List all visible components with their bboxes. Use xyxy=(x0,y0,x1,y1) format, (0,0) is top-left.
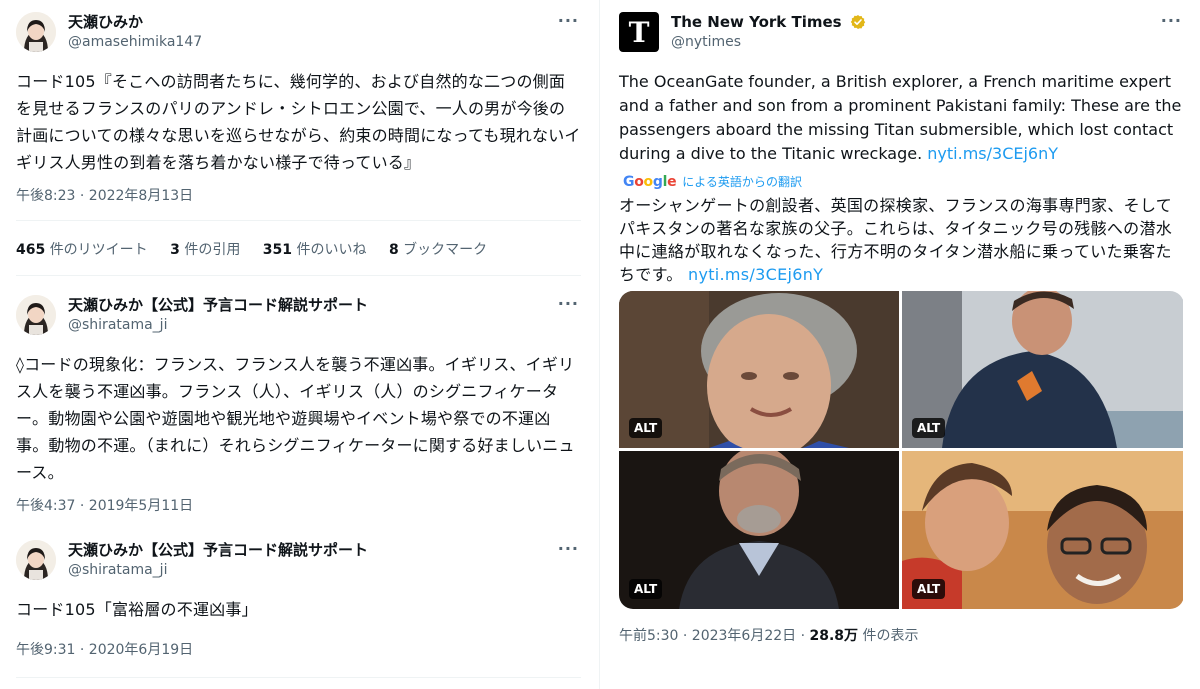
tweet-2[interactable]: 天瀬ひみか【公式】予言コード解説サポート @shiratama_ji ··· ◊… xyxy=(16,295,581,525)
tweet-text: コード105『そこへの訪問者たちに、幾何学的、および自然的な二つの側面を見せるフ… xyxy=(16,72,581,172)
tweet-text: The OceanGate founder, a British explore… xyxy=(619,72,1182,163)
alt-badge[interactable]: ALT xyxy=(629,418,663,438)
handle[interactable]: @amasehimika147 xyxy=(68,32,541,52)
more-icon[interactable]: ··· xyxy=(558,296,579,312)
divider xyxy=(16,275,581,276)
tweet-1[interactable]: 天瀬ひみか @amasehimika147 ··· コード105『そこへの訪問者… xyxy=(16,12,581,282)
nyt-avatar[interactable]: T xyxy=(619,12,659,52)
google-logo: Google xyxy=(623,174,677,190)
tweet-timestamp[interactable]: 午後9:31 · 2020年6月19日 xyxy=(16,640,193,660)
alt-badge[interactable]: ALT xyxy=(629,579,663,599)
avatar[interactable] xyxy=(16,295,56,335)
translation-label: による英語からの翻訳 xyxy=(682,175,802,189)
more-icon[interactable]: ··· xyxy=(558,541,579,557)
photo-4[interactable]: ALT xyxy=(902,451,1183,609)
tweet-text-block: The OceanGate founder, a British explore… xyxy=(619,70,1184,166)
handle[interactable]: @shiratama_ji xyxy=(68,560,541,580)
translation-attribution[interactable]: Google による英語からの翻訳 xyxy=(623,174,802,190)
photo-3[interactable]: ALT xyxy=(619,451,899,609)
avatar[interactable] xyxy=(16,12,56,52)
media-grid: ALT ALT ALT ALT xyxy=(619,291,1184,609)
tweet-timestamp[interactable]: 午後4:37 · 2019年5月11日 xyxy=(16,496,193,516)
display-name-row: The New York Times xyxy=(671,12,1144,32)
more-icon[interactable]: ··· xyxy=(1161,13,1182,29)
handle[interactable]: @nytimes xyxy=(671,32,1144,52)
tweet-nyt[interactable]: T The New York Times @nytimes ··· The Oc… xyxy=(619,12,1184,682)
bookmark-count[interactable]: 8 ブックマーク xyxy=(389,242,487,258)
quote-count[interactable]: 3 件の引用 xyxy=(170,242,240,258)
divider xyxy=(16,220,581,221)
engagement-stats: 465 件のリツイート 3 件の引用 351 件のいいね 8 ブックマーク xyxy=(16,240,505,260)
views-label: 件の表示 xyxy=(862,628,919,644)
display-name[interactable]: The New York Times xyxy=(671,13,842,31)
verified-icon[interactable] xyxy=(850,14,866,30)
translated-link[interactable]: nyti.ms/3CEj6nY xyxy=(688,265,823,284)
tweet-3[interactable]: 天瀬ひみか【公式】予言コード解説サポート @shiratama_ji ··· コ… xyxy=(16,540,581,689)
tweet-timestamp[interactable]: 午前5:30 · 2023年6月22日 · xyxy=(619,628,810,644)
display-name[interactable]: 天瀬ひみか【公式】予言コード解説サポート xyxy=(68,295,541,315)
tweet-link[interactable]: nyti.ms/3CEj6nY xyxy=(927,144,1058,163)
column-divider xyxy=(599,0,600,689)
views-count: 28.8万 xyxy=(809,628,859,644)
tweet-meta: 午前5:30 · 2023年6月22日 · 28.8万 件の表示 xyxy=(619,626,919,646)
more-icon[interactable]: ··· xyxy=(558,13,579,29)
avatar[interactable] xyxy=(16,540,56,580)
photo-1[interactable]: ALT xyxy=(619,291,899,448)
handle[interactable]: @shiratama_ji xyxy=(68,315,541,335)
display-name[interactable]: 天瀬ひみか【公式】予言コード解説サポート xyxy=(68,540,541,560)
photo-2[interactable]: ALT xyxy=(902,291,1183,448)
display-name[interactable]: 天瀬ひみか xyxy=(68,12,541,32)
translated-text-block: オーシャンゲートの創設者、英国の探検家、フランスの海事専門家、そしてパキスタンの… xyxy=(619,194,1184,286)
retweet-count[interactable]: 465 件のリツイート xyxy=(16,242,148,258)
divider xyxy=(16,677,581,678)
tweet-text: ◊コードの現象化：フランス、フランス人を襲う不運凶事。イギリス、イギリス人を襲う… xyxy=(16,355,575,482)
alt-badge[interactable]: ALT xyxy=(912,579,946,599)
tweet-timestamp[interactable]: 午後8:23 · 2022年8月13日 xyxy=(16,186,193,206)
tweet-text: コード105「富裕層の不運凶事」 xyxy=(16,600,258,619)
like-count[interactable]: 351 件のいいね xyxy=(263,242,367,258)
alt-badge[interactable]: ALT xyxy=(912,418,946,438)
